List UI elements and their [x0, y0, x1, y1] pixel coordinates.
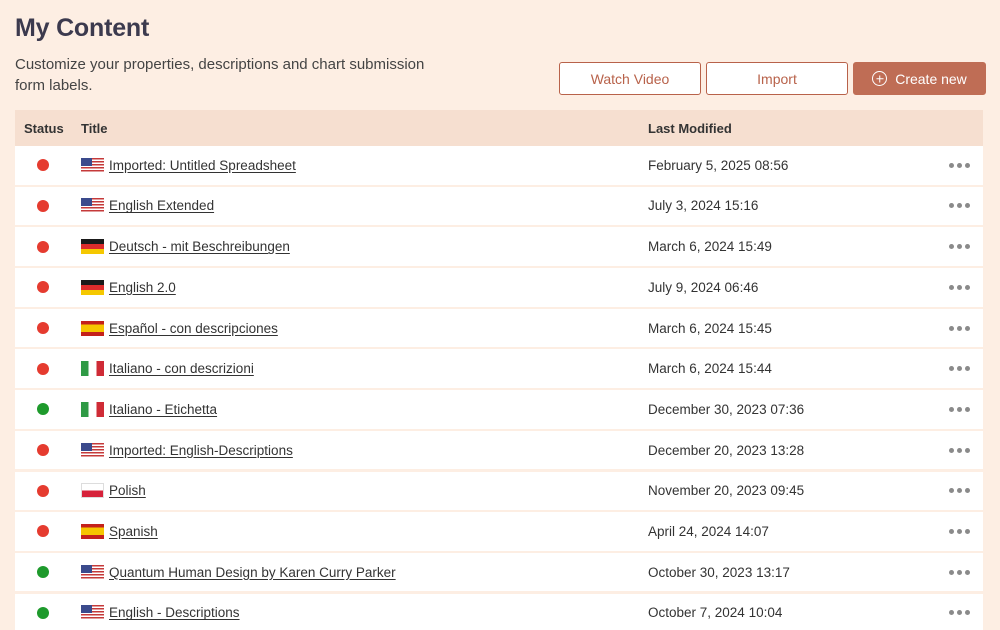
content-title-link[interactable]: Español - con descripciones	[109, 321, 278, 336]
content-table: Status Title Last Modified Imported: Unt…	[15, 110, 983, 630]
more-icon[interactable]	[939, 569, 979, 575]
content-title-link[interactable]: Imported: English-Descriptions	[109, 443, 293, 458]
title-cell: Quantum Human Design by Karen Curry Park…	[81, 564, 648, 580]
more-icon[interactable]	[939, 366, 979, 372]
last-modified-cell: March 6, 2024 15:44	[648, 361, 772, 377]
status-dot	[37, 484, 49, 497]
table-row[interactable]: Imported: Untitled Spreadsheet February 5…	[15, 146, 983, 185]
flag-es-icon	[81, 523, 104, 539]
more-icon[interactable]	[939, 406, 979, 412]
title-cell: Italiano - con descrizioni	[81, 361, 648, 377]
column-header-status: Status	[24, 120, 64, 136]
flag-us-icon	[81, 605, 104, 621]
table-row[interactable]: Spanish April 24, 2024 14:07	[15, 512, 983, 551]
more-icon[interactable]	[939, 162, 979, 168]
flag-de-icon	[81, 279, 104, 295]
title-cell: Italiano - Etichetta	[81, 401, 648, 417]
last-modified-cell: July 3, 2024 15:16	[648, 198, 759, 214]
flag-us-icon	[81, 198, 104, 214]
more-icon[interactable]	[939, 325, 979, 331]
table-row[interactable]: English 2.0 July 9, 2024 06:46	[15, 268, 983, 307]
content-title-link[interactable]: Spanish	[109, 524, 158, 539]
status-dot	[37, 444, 49, 457]
content-title-link[interactable]: English 2.0	[109, 280, 176, 295]
last-modified-cell: July 9, 2024 06:46	[648, 279, 759, 295]
table-row[interactable]: English Extended July 3, 2024 15:16	[15, 186, 983, 226]
action-bar: Watch Video Import Create new	[559, 62, 986, 95]
page-title: My Content	[15, 14, 150, 42]
status-dot	[37, 362, 49, 375]
last-modified-cell: December 20, 2023 13:28	[648, 442, 805, 458]
title-cell: Deutsch - mit Beschreibungen	[81, 239, 648, 255]
column-header-title: Title	[81, 120, 108, 136]
content-title-link[interactable]: Deutsch - mit Beschreibungen	[109, 239, 290, 254]
flag-it-icon	[81, 401, 104, 417]
table-header: Status Title Last Modified	[15, 110, 983, 146]
status-dot	[37, 159, 49, 172]
plus-circle-icon	[872, 71, 888, 86]
title-cell: Polish	[81, 483, 648, 499]
flag-us-icon	[81, 157, 104, 173]
table-row[interactable]: English - Descriptions October 7, 2024 10…	[15, 593, 983, 630]
import-button[interactable]: Import	[706, 62, 848, 95]
status-dot	[37, 566, 49, 579]
content-title-link[interactable]: Italiano - Etichetta	[109, 402, 217, 417]
last-modified-cell: December 30, 2023 07:36	[648, 401, 805, 417]
last-modified-cell: November 20, 2023 09:45	[648, 483, 805, 499]
page: My Content Customize your properties, de…	[0, 0, 1000, 630]
table-body: Imported: Untitled Spreadsheet February 5…	[15, 146, 983, 630]
status-dot	[37, 322, 49, 335]
flag-de-icon	[81, 239, 104, 255]
last-modified-cell: March 6, 2024 15:49	[648, 239, 772, 255]
table-row[interactable]: Italiano - Etichetta December 30, 2023 07…	[15, 390, 983, 429]
table-row[interactable]: Imported: English-Descriptions December 2…	[15, 430, 983, 470]
table-row[interactable]: Italiano - con descrizioni March 6, 2024 …	[15, 349, 983, 389]
status-dot	[37, 281, 49, 294]
table-row[interactable]: Español - con descripciones March 6, 2024…	[15, 308, 983, 348]
table-row[interactable]: Quantum Human Design by Karen Curry Park…	[15, 552, 983, 592]
last-modified-cell: October 7, 2024 10:04	[648, 605, 783, 621]
content-title-link[interactable]: English Extended	[109, 198, 214, 213]
column-header-last-modified: Last Modified	[648, 120, 732, 136]
title-cell: English Extended	[81, 198, 648, 214]
last-modified-cell: March 6, 2024 15:45	[648, 320, 772, 336]
title-cell: English - Descriptions	[81, 605, 648, 621]
title-cell: Español - con descripciones	[81, 320, 648, 336]
content-title-link[interactable]: Italiano - con descrizioni	[109, 361, 254, 376]
status-dot	[37, 606, 49, 619]
flag-it-icon	[81, 361, 104, 377]
create-new-button[interactable]: Create new	[853, 62, 986, 95]
title-cell: Imported: English-Descriptions	[81, 442, 648, 458]
more-icon[interactable]	[939, 244, 979, 250]
last-modified-cell: February 5, 2025 08:56	[648, 157, 789, 173]
flag-pl-icon	[81, 483, 104, 499]
title-cell: Imported: Untitled Spreadsheet	[81, 157, 648, 173]
content-title-link[interactable]: Imported: Untitled Spreadsheet	[109, 158, 296, 173]
content-title-link[interactable]: Polish	[109, 483, 146, 498]
watch-video-button[interactable]: Watch Video	[559, 62, 701, 95]
flag-us-icon	[81, 442, 104, 458]
content-title-link[interactable]: Quantum Human Design by Karen Curry Park…	[109, 565, 396, 580]
more-icon[interactable]	[939, 610, 979, 616]
last-modified-cell: April 24, 2024 14:07	[648, 523, 769, 539]
create-new-label: Create new	[895, 70, 967, 87]
more-icon[interactable]	[939, 203, 979, 209]
page-subtitle: Customize your properties, descriptions …	[15, 56, 425, 94]
more-icon[interactable]	[939, 488, 979, 494]
flag-us-icon	[81, 564, 104, 580]
last-modified-cell: October 30, 2023 13:17	[648, 564, 790, 580]
table-row[interactable]: Polish November 20, 2023 09:45	[15, 471, 983, 511]
table-row[interactable]: Deutsch - mit Beschreibungen March 6, 202…	[15, 227, 983, 266]
title-cell: Spanish	[81, 523, 648, 539]
status-dot	[37, 525, 49, 538]
flag-es-icon	[81, 320, 104, 336]
more-icon[interactable]	[939, 284, 979, 290]
status-dot	[37, 403, 49, 416]
more-icon[interactable]	[939, 447, 979, 453]
more-icon[interactable]	[939, 528, 979, 534]
status-dot	[37, 199, 49, 212]
status-dot	[37, 240, 49, 253]
title-cell: English 2.0	[81, 279, 648, 295]
content-title-link[interactable]: English - Descriptions	[109, 605, 240, 620]
